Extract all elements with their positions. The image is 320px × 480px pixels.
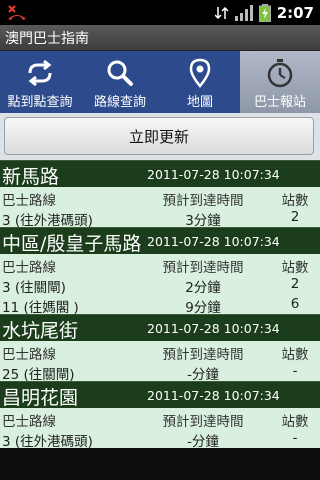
eta-cell: -分鐘 xyxy=(187,367,219,383)
signal-icon xyxy=(234,4,253,21)
station-name: 水坑尾街 xyxy=(2,320,79,342)
col-route: 巴士路線 xyxy=(2,347,56,363)
col-route: 巴士路線 xyxy=(2,193,56,209)
tab-label: 地圖 xyxy=(186,95,213,110)
missed-call-icon xyxy=(8,5,26,20)
column-header-row: 巴士路線 預計到達時間 站數 xyxy=(0,187,320,209)
stopwatch-icon xyxy=(267,59,293,88)
clock: 2:07 xyxy=(276,3,314,22)
tab-label: 路線查詢 xyxy=(93,95,146,110)
route-cell: 3 (往外港碼頭) xyxy=(2,213,93,229)
tab-bus-arrival[interactable]: 巴士報站 xyxy=(240,51,320,113)
map-pin-icon xyxy=(189,58,211,88)
tab-route-search[interactable]: 路線查詢 xyxy=(80,51,160,113)
col-stops: 站數 xyxy=(281,193,309,209)
station-header: 昌明花園 2011-07-28 10:07:34 xyxy=(0,381,320,409)
stops-cell: 6 xyxy=(290,296,300,312)
route-cell: 3 (往外港碼頭) xyxy=(2,434,93,450)
eta-cell: -分鐘 xyxy=(187,434,219,450)
data-arrows-icon xyxy=(214,6,229,19)
column-header-row: 巴士路線 預計到達時間 站數 xyxy=(0,341,320,363)
col-stops: 站數 xyxy=(281,260,309,276)
col-stops: 站數 xyxy=(281,347,309,363)
app-title-bar: 澳門巴士指南 xyxy=(0,25,320,51)
col-stops: 站數 xyxy=(281,414,309,430)
swap-arrows-icon xyxy=(28,59,52,87)
status-bar: 2:07 xyxy=(0,0,320,25)
col-route: 巴士路線 xyxy=(2,414,56,430)
tab-point-to-point[interactable]: 點到點查詢 xyxy=(0,51,80,113)
col-eta: 預計到達時間 xyxy=(162,347,244,363)
stops-cell: - xyxy=(292,363,298,379)
stops-cell: - xyxy=(292,430,298,446)
col-eta: 預計到達時間 xyxy=(162,193,244,209)
station-header: 中區/殷皇子馬路 2011-07-28 10:07:34 xyxy=(0,227,320,255)
search-icon xyxy=(107,60,133,86)
route-cell: 3 (往關閘) xyxy=(2,280,66,296)
column-header-row: 巴士路線 預計到達時間 站數 xyxy=(0,254,320,276)
col-eta: 預計到達時間 xyxy=(162,260,244,276)
eta-cell: 2分鐘 xyxy=(185,280,221,296)
arrival-list: 新馬路 2011-07-28 10:07:34 巴士路線 預計到達時間 站數 3… xyxy=(0,160,320,450)
tab-map[interactable]: 地圖 xyxy=(160,51,240,113)
table-row[interactable]: 3 (往外港碼頭) -分鐘 - xyxy=(0,428,320,450)
eta-cell: 3分鐘 xyxy=(185,213,221,229)
eta-cell: 9分鐘 xyxy=(185,300,221,316)
stops-cell: 2 xyxy=(290,276,300,292)
station-timestamp: 2011-07-28 10:07:34 xyxy=(147,167,280,182)
col-eta: 預計到達時間 xyxy=(162,414,244,430)
table-row[interactable]: 11 (往媽閣 ) 9分鐘 6 xyxy=(0,294,320,316)
tab-label: 點到點查詢 xyxy=(7,95,73,110)
tab-bar: 點到點查詢 路線查詢 地圖 巴士報站 xyxy=(0,51,320,113)
route-cell: 11 (往媽閣 ) xyxy=(2,300,79,316)
stops-cell: 2 xyxy=(290,209,300,225)
table-row[interactable]: 3 (往外港碼頭) 3分鐘 2 xyxy=(0,207,320,229)
station-header: 新馬路 2011-07-28 10:07:34 xyxy=(0,160,320,188)
station-timestamp: 2011-07-28 10:07:34 xyxy=(147,388,280,403)
station-header: 水坑尾街 2011-07-28 10:07:34 xyxy=(0,314,320,342)
refresh-area: 立即更新 xyxy=(0,113,320,160)
table-row[interactable]: 25 (往關閘) -分鐘 - xyxy=(0,361,320,383)
tab-label: 巴士報站 xyxy=(253,95,306,110)
station-timestamp: 2011-07-28 10:07:34 xyxy=(147,321,280,336)
route-cell: 25 (往關閘) xyxy=(2,367,75,383)
battery-icon xyxy=(258,3,271,22)
refresh-button[interactable]: 立即更新 xyxy=(4,117,314,155)
column-header-row: 巴士路線 預計到達時間 站數 xyxy=(0,408,320,430)
station-name: 新馬路 xyxy=(2,166,60,188)
table-row[interactable]: 3 (往關閘) 2分鐘 2 xyxy=(0,274,320,296)
col-route: 巴士路線 xyxy=(2,260,56,276)
station-name: 中區/殷皇子馬路 xyxy=(2,233,142,255)
app-title: 澳門巴士指南 xyxy=(5,31,89,47)
station-timestamp: 2011-07-28 10:07:34 xyxy=(147,234,280,249)
station-name: 昌明花園 xyxy=(2,387,79,409)
